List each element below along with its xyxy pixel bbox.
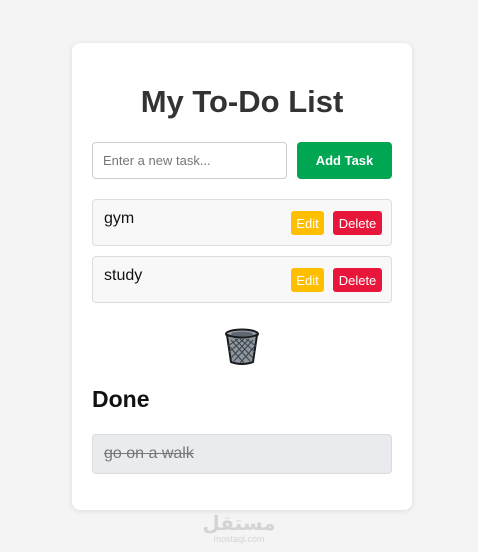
- done-item-text: go on a walk: [104, 445, 194, 462]
- task-item[interactable]: study Edit Delete: [92, 256, 392, 303]
- add-task-button[interactable]: Add Task: [297, 142, 392, 179]
- edit-button[interactable]: Edit: [291, 211, 324, 235]
- done-heading: Done: [92, 386, 150, 412]
- new-task-row: Add Task: [92, 142, 392, 179]
- edit-button[interactable]: Edit: [291, 268, 324, 292]
- trash-drop-zone[interactable]: [224, 328, 260, 366]
- watermark: مستقل mostaql.com: [0, 512, 478, 544]
- watermark-logo: مستقل: [202, 511, 276, 535]
- page-title: My To-Do List: [140, 84, 344, 119]
- delete-button[interactable]: Delete: [333, 211, 382, 235]
- done-list: go on a walk: [92, 434, 392, 474]
- task-list: gym Edit Delete study Edit Delete: [92, 199, 392, 313]
- task-text: gym: [104, 210, 135, 227]
- task-text: study: [104, 267, 143, 284]
- watermark-site: mostaql.com: [213, 534, 265, 544]
- trash-can-icon: [225, 328, 259, 365]
- done-item[interactable]: go on a walk: [92, 434, 392, 474]
- delete-button[interactable]: Delete: [333, 268, 382, 292]
- new-task-input[interactable]: [92, 142, 287, 179]
- task-item[interactable]: gym Edit Delete: [92, 199, 392, 246]
- todo-card: My To-Do List Add Task gym Edit Delete s…: [72, 43, 412, 510]
